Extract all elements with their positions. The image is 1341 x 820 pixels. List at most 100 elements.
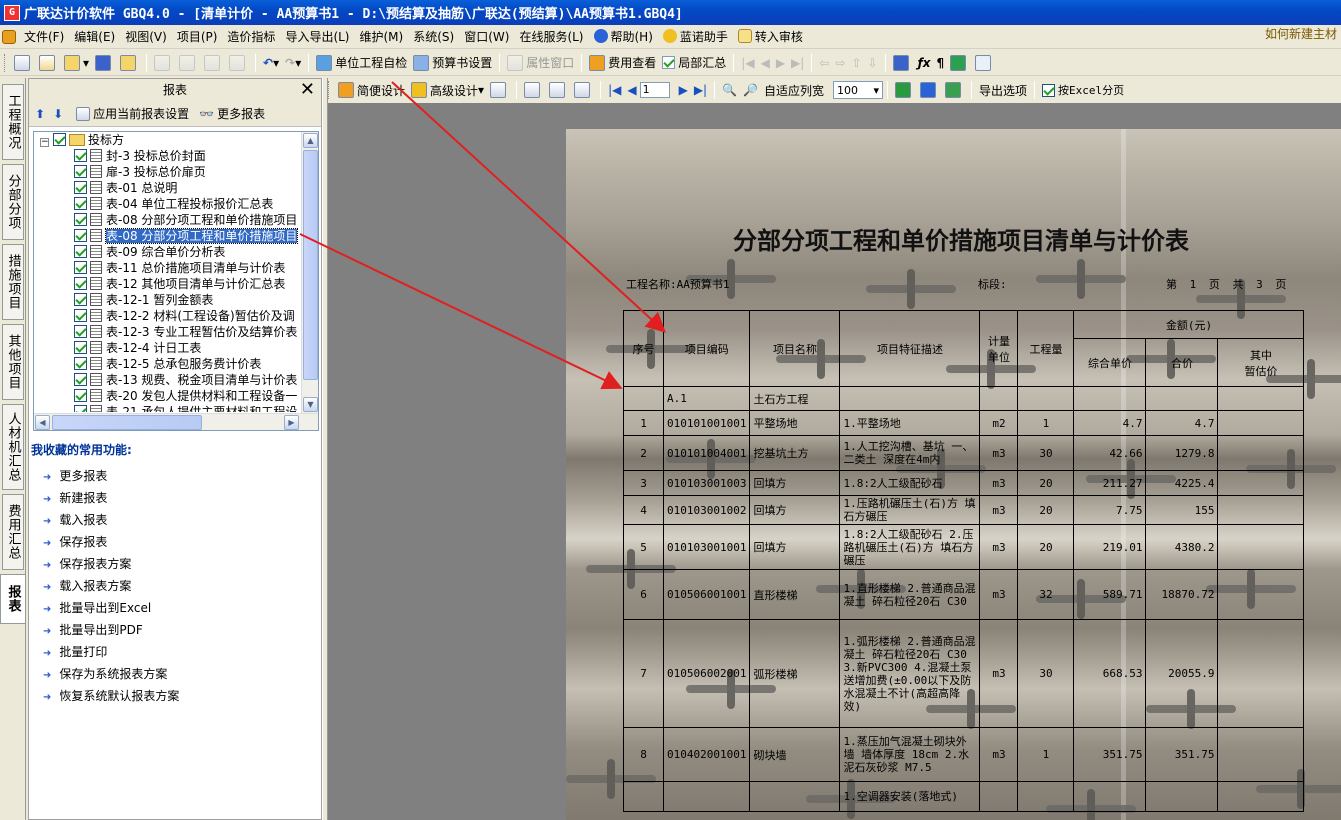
open-button[interactable]: ▾ <box>61 52 92 74</box>
menu-to-audit[interactable]: 转入审核 <box>733 27 808 47</box>
document-menu-icon[interactable] <box>2 29 16 44</box>
more-reports-button[interactable]: 👓 更多报表 <box>196 103 268 125</box>
tree-root[interactable]: − 投标方 <box>34 132 302 148</box>
collapse-icon[interactable]: − <box>40 138 49 147</box>
nav-next-button[interactable]: ▶ <box>773 52 788 74</box>
tab-project-overview[interactable]: 工程概况 <box>2 84 24 160</box>
local-summary-toggle[interactable]: 局部汇总 <box>659 52 729 74</box>
menu-system[interactable]: 系统(S) <box>408 27 459 47</box>
new-project-button[interactable] <box>36 52 61 74</box>
export-excel-button[interactable] <box>892 79 917 101</box>
tree-horizontal-scrollbar[interactable]: ◀ ▶ <box>34 413 318 430</box>
report-checkbox[interactable] <box>74 165 87 178</box>
tab-measures[interactable]: 措施项目 <box>2 244 24 320</box>
report-tree[interactable]: − 投标方 封-3 投标总价封面 扉-3 投标总价扉页 表-01 总说明 表-04 单位… <box>33 131 319 431</box>
cut-button[interactable] <box>151 52 176 74</box>
nav-prev-button[interactable]: ◀ <box>758 52 773 74</box>
report-checkbox[interactable] <box>74 181 87 194</box>
attr-window-button[interactable]: 属性窗口 <box>504 52 577 74</box>
report-tree-item[interactable]: 表-04 单位工程投标报价汇总表 <box>34 196 302 212</box>
report-tree-item[interactable]: 表-01 总说明 <box>34 180 302 196</box>
advanced-design-button[interactable]: 高级设计 ▾ <box>408 79 487 101</box>
menu-project[interactable]: 项目(P) <box>172 27 223 47</box>
scroll-right-button[interactable]: ▶ <box>284 415 299 430</box>
tab-sub-items[interactable]: 分部分项 <box>2 164 24 240</box>
report-checkbox[interactable] <box>74 229 87 242</box>
report-checkbox[interactable] <box>74 373 87 386</box>
report-tree-item[interactable]: 表-12-4 计日工表 <box>34 340 302 356</box>
report-tree-item[interactable]: 表-09 综合单价分析表 <box>34 244 302 260</box>
report-tree-item[interactable]: 表-12-5 总承包服务费计价表 <box>34 356 302 372</box>
favorite-link[interactable]: ➜ 载入报表方案 <box>43 575 179 597</box>
calculator-button[interactable] <box>890 52 915 74</box>
move-up-icon[interactable]: ⬆ <box>35 107 45 121</box>
self-check-button[interactable]: 单位工程自检 <box>313 52 410 74</box>
save-as-button[interactable] <box>117 52 142 74</box>
report-checkbox[interactable] <box>74 293 87 306</box>
move-right-button[interactable]: ⇨ <box>832 52 848 74</box>
report-tree-item[interactable]: 表-13 规费、税金项目清单与计价表 <box>34 372 302 388</box>
favorite-link[interactable]: ➜ 保存报表方案 <box>43 553 179 575</box>
scroll-down-button[interactable]: ▼ <box>303 397 318 412</box>
fee-view-button[interactable]: 费用查看 <box>586 52 659 74</box>
tab-labor-material-summary[interactable]: 人材机汇总 <box>2 404 24 490</box>
report-tree-item[interactable]: 扉-3 投标总价扉页 <box>34 164 302 180</box>
report-tree-item[interactable]: 表-21 承包人提供主要材料和工程设 <box>34 404 302 412</box>
hscroll-thumb[interactable] <box>52 415 202 430</box>
favorite-link[interactable]: ➜ 保存为系统报表方案 <box>43 663 179 685</box>
new-file-button[interactable] <box>11 52 36 74</box>
move-down-button[interactable]: ⇩ <box>865 52 881 74</box>
favorite-link[interactable]: ➜ 更多报表 <box>43 465 179 487</box>
favorite-link[interactable]: ➜ 保存报表 <box>43 531 179 553</box>
report-tree-item[interactable]: 表-12-3 专业工程暂估价及结算价表 <box>34 324 302 340</box>
undo-button[interactable]: ↶ ▾ <box>260 52 282 74</box>
simple-design-button[interactable]: 简便设计 <box>335 79 408 101</box>
report-checkbox[interactable] <box>74 197 87 210</box>
export-sheet-button[interactable] <box>942 79 967 101</box>
zoom-in-button[interactable]: 🔍 <box>719 79 740 101</box>
menu-maintain[interactable]: 维护(M) <box>355 27 409 47</box>
favorite-link[interactable]: ➜ 批量导出到PDF <box>43 619 179 641</box>
menu-import-export[interactable]: 导入导出(L) <box>280 27 354 47</box>
save-button[interactable] <box>92 52 117 74</box>
zoom-select[interactable]: 100 ▾ <box>833 81 884 99</box>
favorite-link[interactable]: ➜ 批量打印 <box>43 641 179 663</box>
report-checkbox[interactable] <box>74 405 87 412</box>
copy-button[interactable] <box>176 52 201 74</box>
tab-fee-summary[interactable]: 费用汇总 <box>2 494 24 570</box>
prev-page-button[interactable]: ◀ <box>624 79 639 101</box>
report-checkbox[interactable] <box>74 357 87 370</box>
move-up-button[interactable]: ⇧ <box>848 52 864 74</box>
page-number-input[interactable]: 1 <box>639 82 670 98</box>
last-page-button[interactable]: ▶| <box>691 79 710 101</box>
tree-root-checkbox[interactable] <box>53 133 66 146</box>
report-tree-item[interactable]: 表-20 发包人提供材料和工程设备一 <box>34 388 302 404</box>
print-button[interactable] <box>487 79 512 101</box>
menu-online-service[interactable]: 在线服务(L) <box>514 27 588 47</box>
tree-vertical-scrollbar[interactable]: ▲ ▼ <box>301 132 318 414</box>
paragraph-button[interactable]: ¶ <box>934 52 948 74</box>
zoom-out-button[interactable]: 🔎 <box>740 79 761 101</box>
scroll-left-button[interactable]: ◀ <box>35 415 50 430</box>
book-button[interactable] <box>947 52 972 74</box>
menu-assistant[interactable]: 蓝诺助手 <box>658 27 733 47</box>
menu-window[interactable]: 窗口(W) <box>459 27 514 47</box>
favorite-link[interactable]: ➜ 恢复系统默认报表方案 <box>43 685 179 707</box>
report-tree-item[interactable]: 表-12-1 暂列金额表 <box>34 292 302 308</box>
report-checkbox[interactable] <box>74 213 87 226</box>
export-options-button[interactable]: 导出选项 <box>976 79 1030 101</box>
toolbar-grip[interactable] <box>4 53 7 72</box>
report-preview[interactable]: 分部分项工程和单价措施项目清单与计价表 工程名称:AA预算书1 标段: 第 1 … <box>328 103 1341 820</box>
report-checkbox[interactable] <box>74 245 87 258</box>
scroll-thumb[interactable] <box>303 150 318 380</box>
two-page-button[interactable] <box>546 79 571 101</box>
tab-other-items[interactable]: 其他项目 <box>2 324 24 400</box>
move-left-button[interactable]: ⇦ <box>816 52 832 74</box>
report-tree-item[interactable]: 封-3 投标总价封面 <box>34 148 302 164</box>
next-page-button[interactable]: ▶ <box>676 79 691 101</box>
report-checkbox[interactable] <box>74 341 87 354</box>
fit-width-button[interactable]: 自适应列宽 <box>761 79 827 101</box>
formula-button[interactable]: ƒx <box>915 52 934 74</box>
redo-button[interactable]: ↷ ▾ <box>282 52 304 74</box>
scroll-up-button[interactable]: ▲ <box>303 133 318 148</box>
